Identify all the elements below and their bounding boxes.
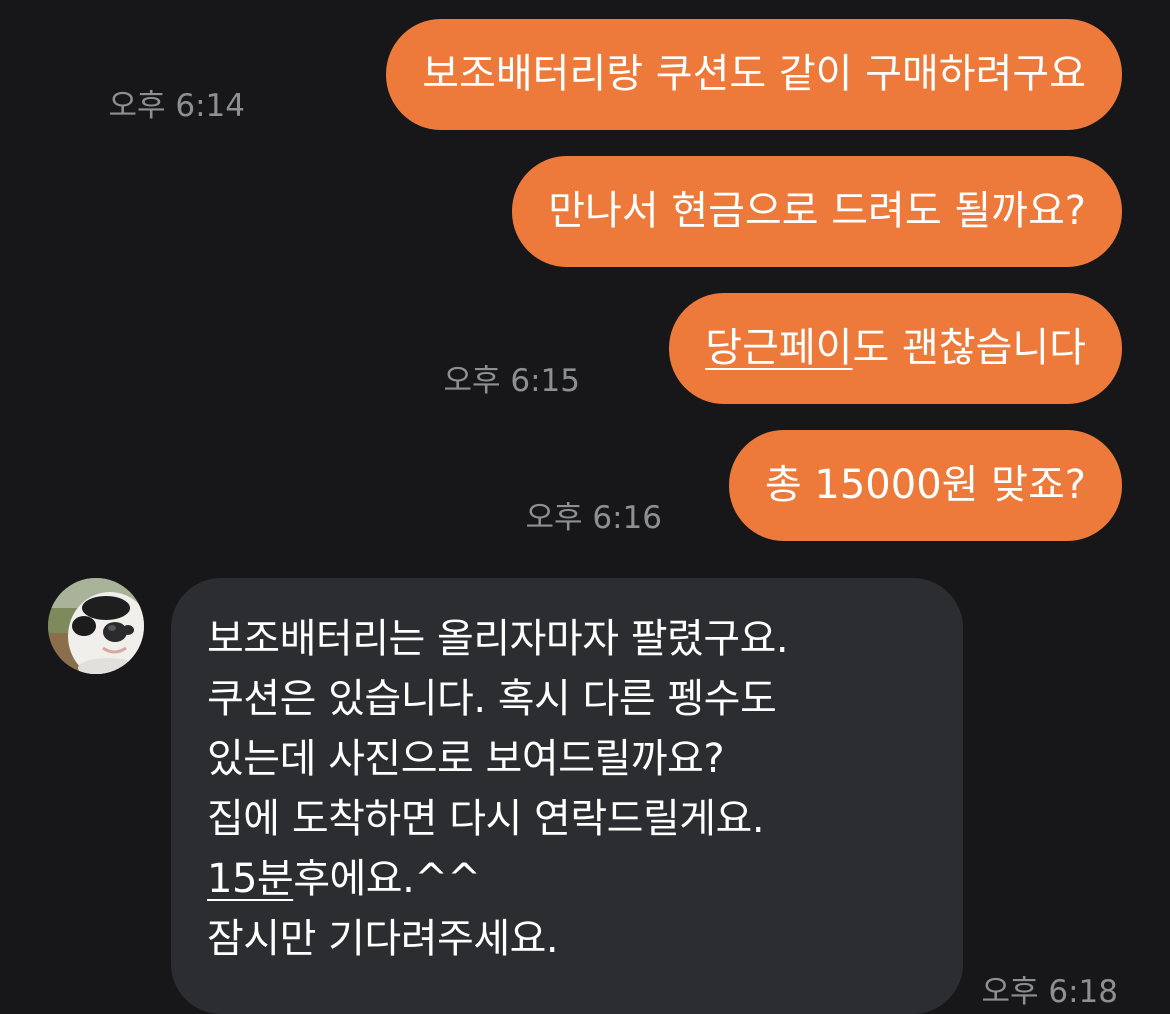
penguin-character-icon[interactable]: [48, 578, 144, 674]
message-text: 후에요.^^: [293, 856, 481, 902]
chat-view: 보조배터리랑 쿠션도 같이 구매하려구요 오후 6:14 만나서 현금으로 드려…: [0, 0, 1170, 1014]
outgoing-message-bubble[interactable]: 보조배터리랑 쿠션도 같이 구매하려구요: [386, 19, 1122, 130]
message-line: 있는데 사진으로 보여드릴까요?: [207, 736, 725, 782]
message-line: 잠시만 기다려주세요.: [207, 916, 559, 962]
avatar-image: [48, 578, 144, 674]
outgoing-message-bubble[interactable]: 당근페이도 괜찮습니다: [669, 293, 1122, 404]
message-link[interactable]: 당근페이: [705, 325, 852, 371]
message-timestamp: 오후 6:14: [108, 88, 245, 124]
message-line: 15분후에요.^^: [207, 849, 927, 909]
message-link[interactable]: 15분: [207, 856, 294, 902]
message-timestamp: 오후 6:16: [525, 500, 662, 536]
outgoing-message-bubble[interactable]: 총 15000원 맞죠?: [728, 430, 1122, 541]
message-text: 총 15000원 맞죠?: [764, 462, 1086, 508]
message-line: 쿠션은 있습니다. 혹시 다른 펭수도: [207, 676, 777, 722]
message-text: 만나서 현금으로 드려도 될까요?: [548, 188, 1086, 234]
message-text: 보조배터리랑 쿠션도 같이 구매하려구요: [422, 51, 1086, 97]
message-timestamp: 오후 6:18: [981, 974, 1118, 1010]
message-text: 도 괜찮습니다: [852, 325, 1086, 371]
message-line: 보조배터리는 올리자마자 팔렸구요.: [207, 616, 789, 662]
message-timestamp: 오후 6:15: [443, 363, 580, 399]
message-line: 집에 도착하면 다시 연락드릴게요.: [207, 796, 765, 842]
incoming-message-bubble[interactable]: 보조배터리는 올리자마자 팔렸구요. 쿠션은 있습니다. 혹시 다른 펭수도 있…: [171, 578, 963, 1014]
outgoing-message-bubble[interactable]: 만나서 현금으로 드려도 될까요?: [512, 156, 1122, 267]
